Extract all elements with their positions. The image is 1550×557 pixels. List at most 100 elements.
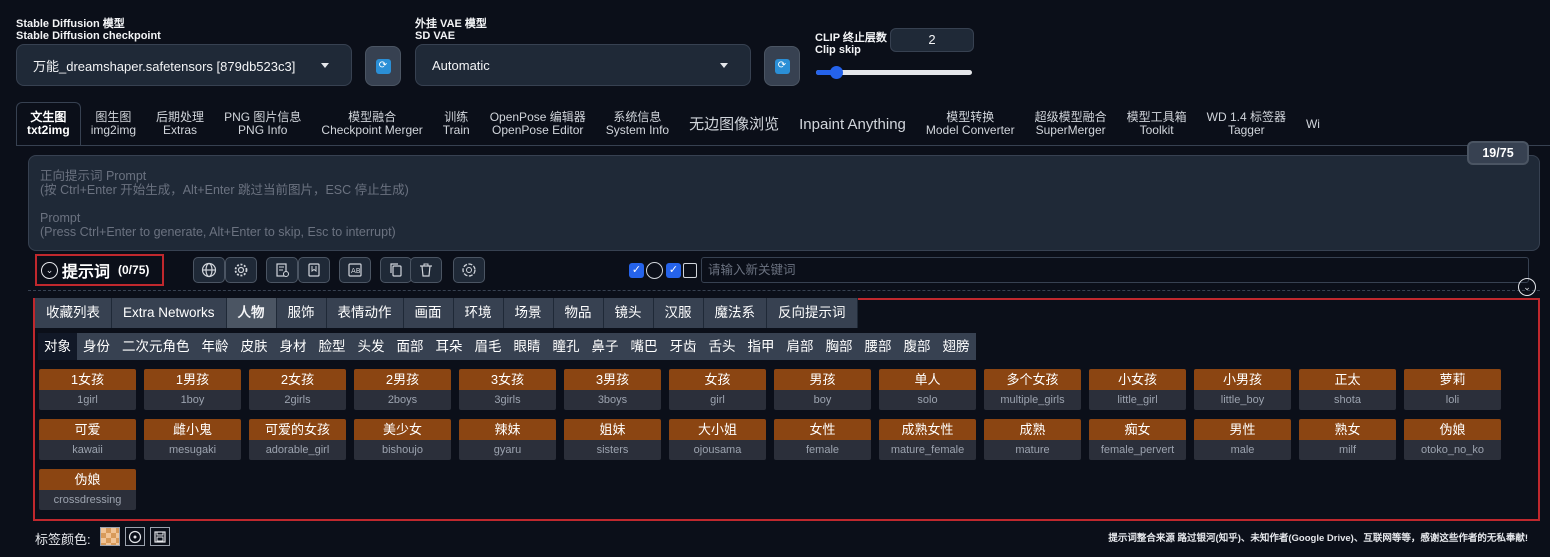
subcategory-tab[interactable]: 腹部 (898, 333, 937, 360)
subcategory-tab[interactable]: 翅膀 (937, 333, 976, 360)
tag-button[interactable]: 小男孩 little_boy (1194, 369, 1291, 410)
subcategory-tab[interactable]: 肩部 (781, 333, 820, 360)
tag-button[interactable]: 女孩 girl (669, 369, 766, 410)
prompt-textarea[interactable]: 正向提示词 Prompt (按 Ctrl+Enter 开始生成，Alt+Ente… (28, 155, 1540, 251)
tag-button[interactable]: 熟女 milf (1299, 419, 1396, 460)
tag-button[interactable]: 2男孩 2boys (354, 369, 451, 410)
tag-button[interactable]: 伪娘 otoko_no_ko (1404, 419, 1501, 460)
category-tab[interactable]: 物品 (554, 298, 604, 328)
history-button[interactable] (266, 257, 298, 283)
openai-button[interactable] (453, 257, 485, 283)
checkpoint-refresh-button[interactable]: ⟳ (365, 46, 401, 86)
category-tab[interactable]: Extra Networks (112, 298, 227, 328)
tag-button[interactable]: 成熟 mature (984, 419, 1081, 460)
globe-button[interactable] (193, 257, 225, 283)
category-tab[interactable]: 画面 (404, 298, 454, 328)
tab-0[interactable]: 文生图 txt2img (16, 102, 81, 145)
tab-8[interactable]: 无边图像浏览 (679, 103, 789, 145)
tag-button[interactable]: 大小姐 ojousama (669, 419, 766, 460)
tag-button[interactable]: 痴女 female_pervert (1089, 419, 1186, 460)
vae-select[interactable]: Automatic (415, 44, 751, 86)
subcategory-tab[interactable]: 眼睛 (508, 333, 547, 360)
tag-button[interactable]: 小女孩 little_girl (1089, 369, 1186, 410)
tag-button[interactable]: 辣妹 gyaru (459, 419, 556, 460)
subcategory-tab[interactable]: 胸部 (820, 333, 859, 360)
tab-9[interactable]: Inpaint Anything (789, 103, 916, 145)
tab-1[interactable]: 图生图 img2img (81, 103, 146, 145)
subcategory-tab[interactable]: 耳朵 (430, 333, 469, 360)
category-tab[interactable]: 人物 (226, 298, 277, 328)
subcategory-tab[interactable]: 嘴巴 (625, 333, 664, 360)
subcategory-tab[interactable]: 牙齿 (664, 333, 703, 360)
tag-button[interactable]: 男性 male (1194, 419, 1291, 460)
tag-button[interactable]: 1男孩 1boy (144, 369, 241, 410)
subcategory-tab[interactable]: 面部 (391, 333, 430, 360)
reset-button[interactable] (125, 527, 145, 546)
tag-button[interactable]: 姐妹 sisters (564, 419, 661, 460)
tag-button[interactable]: 3男孩 3boys (564, 369, 661, 410)
subcategory-tab[interactable]: 眉毛 (469, 333, 508, 360)
subcategory-tab[interactable]: 二次元角色 (116, 333, 196, 360)
copy-button[interactable] (380, 257, 412, 283)
subcategory-tab[interactable]: 鼻子 (586, 333, 625, 360)
tab-3[interactable]: PNG 图片信息 PNG Info (214, 103, 311, 145)
tag-button[interactable]: 1女孩 1girl (39, 369, 136, 410)
subcategory-tab[interactable]: 腰部 (859, 333, 898, 360)
prompt-helper-header[interactable]: ⌄ 提示词 (0/75) (35, 254, 164, 286)
tag-button[interactable]: 多个女孩 multiple_girls (984, 369, 1081, 410)
tag-button[interactable]: 萝莉 loli (1404, 369, 1501, 410)
subcategory-tab[interactable]: 身份 (77, 333, 116, 360)
subcategory-tab[interactable]: 身材 (274, 333, 313, 360)
category-tab[interactable]: 场景 (504, 298, 554, 328)
tag-button[interactable]: 单人 solo (879, 369, 976, 410)
subcategory-tab[interactable]: 指甲 (742, 333, 781, 360)
tag-color-swatch[interactable] (100, 527, 120, 546)
checkpoint-select[interactable]: 万能_dreamshaper.safetensors [879db523c3] (16, 44, 352, 86)
clear-button[interactable] (410, 257, 442, 283)
category-tab[interactable]: 魔法系 (704, 298, 768, 328)
tab-7[interactable]: 系统信息 System Info (596, 103, 679, 145)
category-tab[interactable]: 收藏列表 (35, 298, 112, 328)
subcategory-tab[interactable]: 年龄 (196, 333, 235, 360)
tag-button[interactable]: 可爱 kawaii (39, 419, 136, 460)
tag-button[interactable]: 3女孩 3girls (459, 369, 556, 410)
subcategory-tab[interactable]: 舌头 (703, 333, 742, 360)
category-tab[interactable]: 表情动作 (327, 298, 404, 328)
category-tab[interactable]: 环境 (454, 298, 504, 328)
clip-skip-slider[interactable] (816, 66, 972, 79)
tab-5[interactable]: 训练 Train (433, 103, 480, 145)
checkbox-1[interactable]: ✓ (629, 263, 644, 278)
translate-button[interactable]: AB (339, 257, 371, 283)
expand-icon[interactable]: ⌄ (1518, 278, 1536, 296)
checkbox-2[interactable]: ✓ (666, 263, 681, 278)
tag-button[interactable]: 2女孩 2girls (249, 369, 346, 410)
bookmark-button[interactable] (298, 257, 330, 283)
category-tab[interactable]: 镜头 (604, 298, 654, 328)
clip-skip-input[interactable]: 2 (890, 28, 974, 52)
subcategory-tab[interactable]: 瞳孔 (547, 333, 586, 360)
subcategory-tab[interactable]: 脸型 (313, 333, 352, 360)
subcategory-tab[interactable]: 头发 (352, 333, 391, 360)
timer-icon[interactable] (646, 262, 663, 279)
settings-button[interactable] (225, 257, 257, 283)
tag-button[interactable]: 伪娘 crossdressing (39, 469, 136, 510)
keyword-input[interactable]: 请输入新关键词 (701, 257, 1529, 283)
tag-button[interactable]: 男孩 boy (774, 369, 871, 410)
tag-button[interactable]: 正太 shota (1299, 369, 1396, 410)
tag-button[interactable]: 女性 female (774, 419, 871, 460)
save-button[interactable] (150, 527, 170, 546)
tag-button[interactable]: 雌小鬼 mesugaki (144, 419, 241, 460)
subcategory-tab[interactable]: 皮肤 (235, 333, 274, 360)
category-tab[interactable]: 反向提示词 (767, 298, 858, 328)
vae-refresh-button[interactable]: ⟳ (764, 46, 800, 86)
category-tab[interactable]: 汉服 (654, 298, 704, 328)
tab-11[interactable]: 超级模型融合 SuperMerger (1025, 103, 1117, 145)
tab-13[interactable]: WD 1.4 标签器 Tagger (1197, 103, 1296, 145)
tab-14[interactable]: Wi (1296, 103, 1330, 145)
tag-button[interactable]: 可爱的女孩 adorable_girl (249, 419, 346, 460)
tab-2[interactable]: 后期处理 Extras (146, 103, 214, 145)
tag-button[interactable]: 美少女 bishoujo (354, 419, 451, 460)
panel-icon[interactable] (683, 263, 697, 278)
tab-4[interactable]: 模型融合 Checkpoint Merger (311, 103, 432, 145)
collapse-icon[interactable]: ⌄ (41, 261, 58, 279)
